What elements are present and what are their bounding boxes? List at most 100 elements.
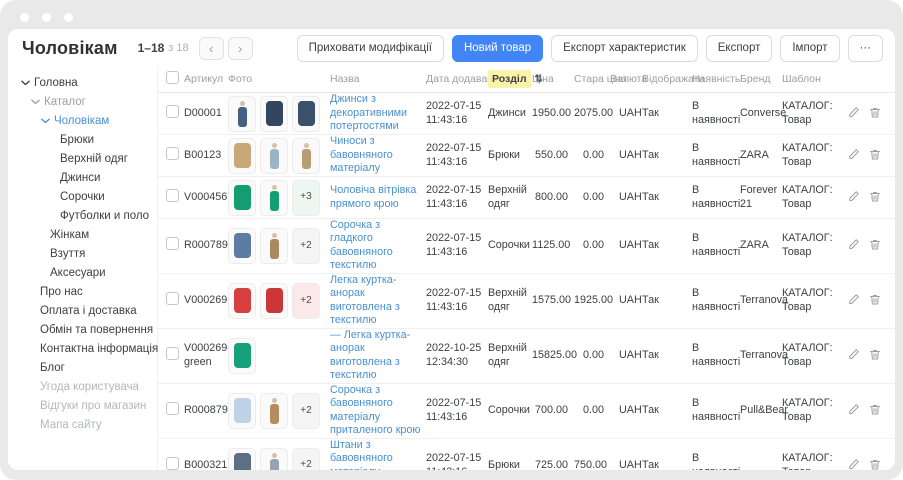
sidebar-item-women[interactable]: Жінкам: [8, 225, 157, 244]
chevron-right-icon: ›: [238, 41, 242, 56]
product-photo-thumb[interactable]: [228, 96, 256, 132]
product-photo-thumb[interactable]: [228, 138, 256, 174]
sidebar-item-catalog[interactable]: Каталог: [8, 92, 157, 111]
sidebar-item-contact-info[interactable]: Контактна інформація: [8, 339, 157, 358]
product-name-link[interactable]: Сорочка з гладкого бавовняного текстилю: [330, 219, 422, 273]
import-button[interactable]: Імпорт: [780, 35, 839, 62]
product-display-flag: Так: [642, 459, 692, 470]
hide-modifications-button[interactable]: Приховати модифікації: [297, 35, 444, 62]
product-photo-thumb[interactable]: +3: [292, 180, 320, 216]
product-photo-thumb[interactable]: [228, 393, 256, 429]
product-photo-thumb[interactable]: +2: [292, 448, 320, 470]
sidebar-item-outerwear[interactable]: Верхній одяг: [8, 149, 157, 168]
delete-button[interactable]: [869, 106, 881, 122]
row-checkbox[interactable]: [166, 189, 179, 202]
delete-button[interactable]: [869, 293, 881, 309]
product-photo-thumb[interactable]: [260, 96, 288, 132]
model-image: [238, 101, 247, 127]
sidebar-item-about[interactable]: Про нас: [8, 282, 157, 301]
export-button[interactable]: Експорт: [706, 35, 773, 62]
product-photo-thumb[interactable]: +2: [292, 228, 320, 264]
product-display-flag: Так: [642, 294, 692, 307]
row-checkbox[interactable]: [166, 237, 179, 250]
product-photo-thumb[interactable]: [260, 228, 288, 264]
garment-image: [234, 185, 251, 210]
window-control-dot[interactable]: [20, 13, 29, 22]
sidebar-item-men[interactable]: Чоловікам: [8, 111, 157, 130]
row-checkbox[interactable]: [166, 402, 179, 415]
sidebar-item-shoes[interactable]: Взуття: [8, 244, 157, 263]
row-checkbox[interactable]: [166, 105, 179, 118]
product-name-link[interactable]: Чиноси з бавовняного матеріалу: [330, 135, 422, 175]
product-photo-thumb[interactable]: [228, 228, 256, 264]
product-article: R000789: [184, 239, 228, 252]
product-old-price: 0.00: [574, 404, 610, 417]
edit-button[interactable]: [848, 403, 860, 419]
next-page-button[interactable]: ›: [228, 37, 253, 60]
sidebar-item-blog[interactable]: Блог: [8, 358, 157, 377]
product-name-link[interactable]: Джинси з декоративними потертостями: [330, 93, 422, 133]
product-photo-thumb[interactable]: +2: [292, 393, 320, 429]
delete-button[interactable]: [869, 190, 881, 206]
sidebar-item-sitemap[interactable]: Мапа сайту: [8, 415, 157, 434]
row-checkbox[interactable]: [166, 147, 179, 160]
sidebar-item-store-reviews[interactable]: Відгуки про магазин: [8, 396, 157, 415]
table-body: D00001Джинси з декоративними потертостям…: [158, 93, 895, 470]
sidebar-item-home[interactable]: Головна: [8, 73, 157, 92]
new-product-button[interactable]: Новий товар: [452, 35, 543, 62]
edit-button[interactable]: [848, 106, 860, 122]
delete-button[interactable]: [869, 238, 881, 254]
product-name-link[interactable]: — Легка куртка-анорак виготовлена з текс…: [330, 329, 422, 383]
row-select-cell: [158, 402, 184, 419]
product-photo-thumb[interactable]: [260, 283, 288, 319]
export-characteristics-button[interactable]: Експорт характеристик: [551, 35, 698, 62]
product-photo-thumb[interactable]: [260, 448, 288, 470]
sidebar-item-pants[interactable]: Брюки: [8, 130, 157, 149]
edit-button[interactable]: [848, 458, 860, 470]
product-photo-thumb[interactable]: [292, 138, 320, 174]
row-actions: [828, 148, 895, 164]
more-button[interactable]: ···: [848, 35, 884, 62]
edit-button[interactable]: [848, 148, 860, 164]
product-photo-thumb[interactable]: [228, 180, 256, 216]
garment-image: [234, 453, 251, 470]
product-name-link[interactable]: Штани з бавовняного матеріалу прямого кр…: [330, 439, 422, 470]
product-photo-thumb[interactable]: [228, 338, 256, 374]
sidebar-item-user-agreement[interactable]: Угода користувача: [8, 377, 157, 396]
product-photo-thumb[interactable]: [260, 180, 288, 216]
toolbar: Чоловікам 1–18 з 18 ‹ › Приховати модифі…: [8, 29, 895, 67]
row-checkbox[interactable]: [166, 292, 179, 305]
product-photo-thumb[interactable]: [260, 393, 288, 429]
window-control-dot[interactable]: [42, 13, 51, 22]
product-photo-thumb[interactable]: [260, 138, 288, 174]
product-display-flag: Так: [642, 404, 692, 417]
row-checkbox[interactable]: [166, 457, 179, 470]
sidebar-item-payment-delivery[interactable]: Оплата і доставка: [8, 301, 157, 320]
prev-page-button[interactable]: ‹: [199, 37, 224, 60]
edit-button[interactable]: [848, 238, 860, 254]
sidebar-item-label: Оплата і доставка: [40, 305, 137, 317]
row-checkbox[interactable]: [166, 347, 179, 360]
delete-button[interactable]: [869, 148, 881, 164]
product-name-link[interactable]: Сорочка з бавовняного матеріалу притален…: [330, 384, 422, 438]
product-photo-thumb[interactable]: +2: [292, 283, 320, 319]
edit-button[interactable]: [848, 348, 860, 364]
sidebar-item-accessories[interactable]: Аксесуари: [8, 263, 157, 282]
delete-button[interactable]: [869, 403, 881, 419]
select-all-checkbox[interactable]: [166, 71, 179, 84]
sidebar-item-exchange-returns[interactable]: Обмін та повернення: [8, 320, 157, 339]
product-name-link[interactable]: Чоловіча вітрівка прямого крою: [330, 184, 422, 211]
product-photo-thumb[interactable]: [228, 283, 256, 319]
product-photo-thumb[interactable]: [228, 448, 256, 470]
sidebar-item-jeans[interactable]: Джинси: [8, 168, 157, 187]
sidebar-item-shirts[interactable]: Сорочки: [8, 187, 157, 206]
delete-button[interactable]: [869, 348, 881, 364]
edit-button[interactable]: [848, 293, 860, 309]
product-name-link[interactable]: Легка куртка-анорак виготовлена з тексти…: [330, 274, 422, 328]
product-photo-thumb[interactable]: [292, 96, 320, 132]
sidebar-item-tshirts-polo[interactable]: Футболки и поло: [8, 206, 157, 225]
edit-button[interactable]: [848, 190, 860, 206]
delete-button[interactable]: [869, 458, 881, 470]
window-control-dot[interactable]: [64, 13, 73, 22]
row-actions: [828, 348, 895, 364]
